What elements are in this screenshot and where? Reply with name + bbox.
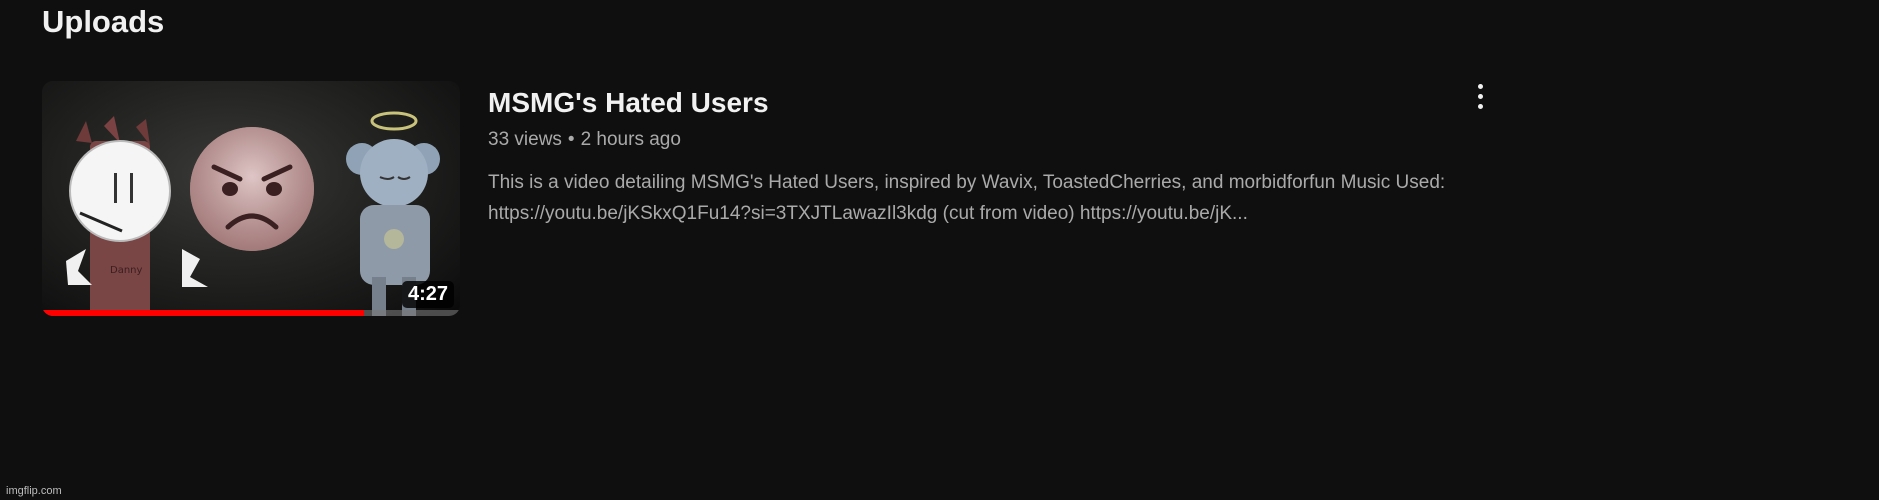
watch-progress-track	[42, 310, 460, 316]
uploads-page: Uploads Danny 4:27 MSMG's Hated Users 33…	[0, 0, 1879, 500]
metadata-separator: •	[567, 129, 575, 150]
thumbnail-art: Danny	[66, 111, 440, 316]
thumbnail-character-left: Danny	[66, 116, 208, 316]
more-vertical-icon	[1478, 84, 1483, 89]
video-details: MSMG's Hated Users 33 views • 2 hours ago …	[488, 81, 1508, 229]
view-count: 33 views	[488, 129, 562, 150]
section-title: Uploads	[42, 4, 165, 39]
thumbnail-angry-emoji	[190, 127, 314, 251]
duration-badge: 4:27	[401, 281, 454, 308]
description-line-2: https://youtu.be/jKSkxQ1Fu14?si=3TXJTLaw…	[488, 203, 1248, 224]
video-thumbnail[interactable]: Danny 4:27	[42, 81, 460, 316]
more-vertical-icon-dot	[1478, 94, 1483, 99]
video-title[interactable]: MSMG's Hated Users	[488, 85, 1508, 121]
watch-progress-fill	[42, 310, 364, 316]
more-vertical-icon-dot	[1478, 104, 1483, 109]
description-line-1: This is a video detailing MSMG's Hated U…	[488, 172, 1446, 193]
thumbnail-character-label: Danny	[110, 265, 143, 276]
watermark: imgflip.com	[6, 485, 62, 497]
video-description: This is a video detailing MSMG's Hated U…	[488, 167, 1548, 229]
video-item[interactable]: Danny 4:27 MSMG's Hated Users 33 views •…	[42, 81, 1502, 317]
upload-age: 2 hours ago	[580, 129, 681, 150]
video-metadata: 33 views • 2 hours ago	[488, 127, 1508, 153]
more-actions-button[interactable]	[1460, 81, 1500, 121]
